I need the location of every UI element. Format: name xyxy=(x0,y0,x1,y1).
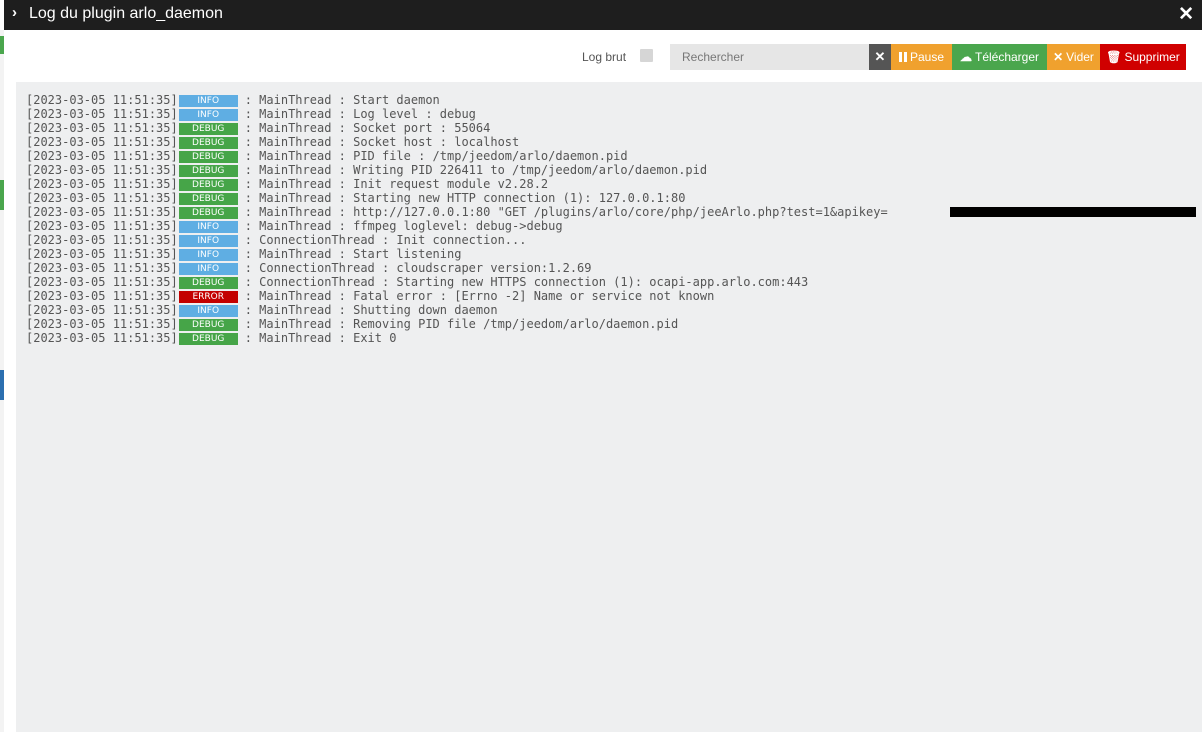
log-timestamp: [2023-03-05 11:51:35] xyxy=(26,93,178,107)
log-timestamp: [2023-03-05 11:51:35] xyxy=(26,107,178,121)
log-line: [2023-03-05 11:51:35] DEBUG : MainThread :… xyxy=(26,205,888,219)
log-level-badge: INFO xyxy=(178,95,238,107)
log-line: [2023-03-05 11:51:35] DEBUG : MainThread :… xyxy=(26,135,519,149)
log-timestamp: [2023-03-05 11:51:35] xyxy=(26,205,178,219)
log-message: : ConnectionThread : cloudscraper versio… xyxy=(244,261,592,275)
log-line: [2023-03-05 11:51:35] INFO : MainThread : … xyxy=(26,303,498,317)
log-line: [2023-03-05 11:51:35] DEBUG : MainThread :… xyxy=(26,163,707,177)
modal-title: Log du plugin arlo_daemon xyxy=(29,5,223,22)
download-label: Télécharger xyxy=(974,50,1040,64)
times-icon: ✕ xyxy=(1053,50,1064,64)
log-level-badge: INFO xyxy=(178,221,238,233)
log-level-badge: DEBUG xyxy=(178,193,238,205)
log-line: [2023-03-05 11:51:35] DEBUG : MainThread :… xyxy=(26,149,628,163)
pause-button[interactable]: Pause xyxy=(891,44,952,70)
log-line: [2023-03-05 11:51:35] INFO : MainThread : … xyxy=(26,93,440,107)
log-level-badge: DEBUG xyxy=(178,123,238,135)
delete-log-button[interactable]: 🗑 Supprimer xyxy=(1100,44,1186,70)
log-line: [2023-03-05 11:51:35] DEBUG : MainThread :… xyxy=(26,191,685,205)
empty-log-button[interactable]: ✕ Vider xyxy=(1047,44,1100,70)
log-timestamp: [2023-03-05 11:51:35] xyxy=(26,233,178,247)
log-message: : MainThread : Start listening xyxy=(244,247,462,261)
log-line: [2023-03-05 11:51:35] INFO : ConnectionThr… xyxy=(26,233,526,247)
log-message: : MainThread : Init request module v2.28… xyxy=(244,177,549,191)
log-message: : MainThread : Fatal error : [Errno -2] … xyxy=(244,289,715,303)
log-message: : MainThread : ffmpeg loglevel: debug->d… xyxy=(244,219,563,233)
log-line: [2023-03-05 11:51:35] ERROR : MainThread :… xyxy=(26,289,714,303)
log-timestamp: [2023-03-05 11:51:35] xyxy=(26,275,178,289)
pause-label: Pause xyxy=(909,50,945,64)
log-message: : MainThread : Shutting down daemon xyxy=(244,303,498,317)
log-modal: › Log du plugin arlo_daemon ✕ Log brut ✕… xyxy=(4,0,1202,732)
modal-titlebar: › Log du plugin arlo_daemon ✕ xyxy=(4,0,1202,30)
log-line: [2023-03-05 11:51:35] INFO : MainThread : … xyxy=(26,247,461,261)
search-input[interactable] xyxy=(670,44,869,70)
log-message: : MainThread : http://127.0.0.1:80 "GET … xyxy=(244,205,888,219)
close-icon[interactable]: ✕ xyxy=(1178,3,1194,26)
log-message: : MainThread : Start daemon xyxy=(244,93,440,107)
log-message: : MainThread : Socket port : 55064 xyxy=(244,121,491,135)
log-timestamp: [2023-03-05 11:51:35] xyxy=(26,317,178,331)
log-message: : ConnectionThread : Init connection... xyxy=(244,233,527,247)
log-message: : MainThread : Starting new HTTP connect… xyxy=(244,191,686,205)
log-line: [2023-03-05 11:51:35] DEBUG : MainThread :… xyxy=(26,121,490,135)
log-timestamp: [2023-03-05 11:51:35] xyxy=(26,149,178,163)
log-level-badge: DEBUG xyxy=(178,165,238,177)
log-timestamp: [2023-03-05 11:51:35] xyxy=(26,163,178,177)
times-icon: ✕ xyxy=(874,49,886,64)
chevron-right-icon: › xyxy=(12,4,17,21)
log-message: : MainThread : Writing PID 226411 to /tm… xyxy=(244,163,708,177)
log-message: : ConnectionThread : Starting new HTTPS … xyxy=(244,275,809,289)
log-message: : MainThread : Exit 0 xyxy=(244,331,397,345)
log-level-badge: INFO xyxy=(178,109,238,121)
log-line: [2023-03-05 11:51:35] INFO : ConnectionThr… xyxy=(26,261,592,275)
log-level-badge: DEBUG xyxy=(178,333,238,345)
log-level-badge: DEBUG xyxy=(178,277,238,289)
log-line: [2023-03-05 11:51:35] DEBUG : MainThread :… xyxy=(26,317,678,331)
log-brut-checkbox[interactable] xyxy=(640,49,653,62)
clear-search-button[interactable]: ✕ xyxy=(869,44,891,70)
trash-icon: 🗑 xyxy=(1106,50,1122,64)
log-timestamp: [2023-03-05 11:51:35] xyxy=(26,121,178,135)
log-message: : MainThread : PID file : /tmp/jeedom/ar… xyxy=(244,149,628,163)
log-level-badge: INFO xyxy=(178,263,238,275)
redacted-apikey xyxy=(950,207,1196,217)
log-brut-label: Log brut xyxy=(582,50,627,64)
log-line: [2023-03-05 11:51:35] INFO : MainThread : … xyxy=(26,219,563,233)
log-message: : MainThread : Log level : debug xyxy=(244,107,476,121)
log-level-badge: DEBUG xyxy=(178,319,238,331)
pause-icon xyxy=(898,52,907,62)
log-output[interactable]: [2023-03-05 11:51:35] INFO: MainThread : … xyxy=(16,82,1202,732)
empty-label: Vider xyxy=(1066,50,1094,64)
log-line: [2023-03-05 11:51:35] DEBUG : MainThread :… xyxy=(26,177,548,191)
log-line: [2023-03-05 11:51:35] INFO : MainThread : … xyxy=(26,107,476,121)
log-timestamp: [2023-03-05 11:51:35] xyxy=(26,247,178,261)
log-level-badge: DEBUG xyxy=(178,137,238,149)
log-toolbar: Log brut ✕ Pause ☁Télécharger ✕Vider 🗑Su… xyxy=(4,30,1202,82)
log-level-badge: INFO xyxy=(178,235,238,247)
log-message: : MainThread : Socket host : localhost xyxy=(244,135,520,149)
log-timestamp: [2023-03-05 11:51:35] xyxy=(26,177,178,191)
log-timestamp: [2023-03-05 11:51:35] xyxy=(26,135,178,149)
download-button[interactable]: ☁ Télécharger xyxy=(952,44,1047,70)
log-timestamp: [2023-03-05 11:51:35] xyxy=(26,289,178,303)
log-level-badge: DEBUG xyxy=(178,179,238,191)
log-level-badge: DEBUG xyxy=(178,207,238,219)
log-timestamp: [2023-03-05 11:51:35] xyxy=(26,303,178,317)
log-message: : MainThread : Removing PID file /tmp/je… xyxy=(244,317,679,331)
cloud-download-icon: ☁ xyxy=(959,50,972,64)
log-timestamp: [2023-03-05 11:51:35] xyxy=(26,331,178,345)
log-timestamp: [2023-03-05 11:51:35] xyxy=(26,219,178,233)
log-level-badge: ERROR xyxy=(178,291,238,303)
log-line: [2023-03-05 11:51:35] DEBUG : MainThread :… xyxy=(26,331,396,345)
log-level-badge: INFO xyxy=(178,249,238,261)
log-level-badge: INFO xyxy=(178,305,238,317)
log-timestamp: [2023-03-05 11:51:35] xyxy=(26,191,178,205)
log-line: [2023-03-05 11:51:35] DEBUG : ConnectionTh… xyxy=(26,275,808,289)
delete-label: Supprimer xyxy=(1124,50,1180,64)
log-timestamp: [2023-03-05 11:51:35] xyxy=(26,261,178,275)
log-level-badge: DEBUG xyxy=(178,151,238,163)
